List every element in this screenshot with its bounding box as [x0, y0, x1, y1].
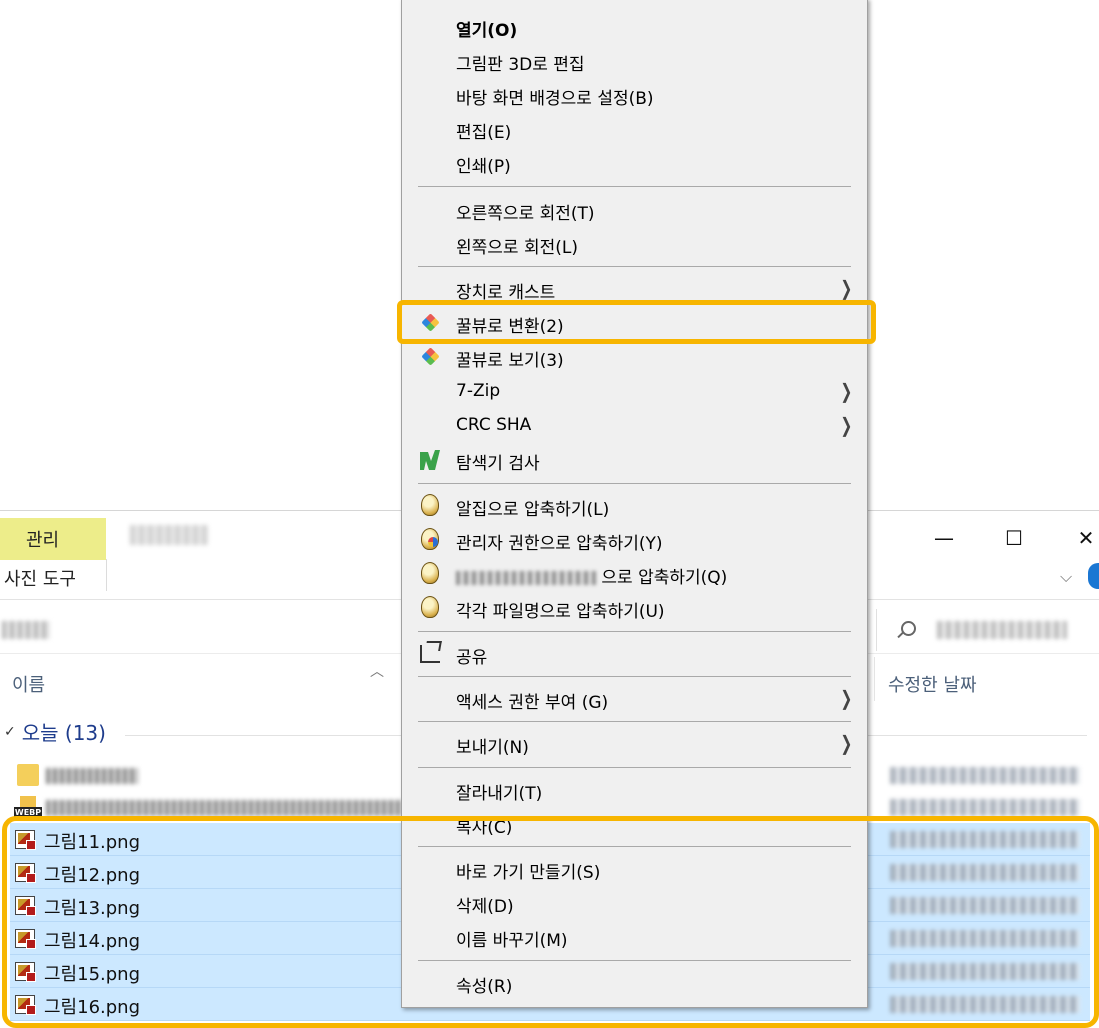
chevron-right-icon: ❯: [840, 379, 853, 403]
menu-separator: [418, 960, 851, 961]
menu-item-alzip-each[interactable]: 각각 파일명으로 압축하기(U): [402, 590, 867, 624]
file-date-blurred: [890, 963, 1080, 980]
file-name-blurred: [46, 800, 402, 816]
file-date-blurred: [890, 996, 1080, 1013]
png-image-icon: [15, 863, 36, 883]
file-date-blurred: [890, 799, 1080, 816]
ribbon-tab-photo-tools[interactable]: 사진 도구: [0, 561, 106, 595]
address-bar-blurred[interactable]: [2, 621, 50, 639]
sort-ascending-icon: ︿: [370, 664, 384, 680]
menu-item-set-desktop-background[interactable]: 바탕 화면 배경으로 설정(B): [402, 77, 867, 111]
png-image-icon: [15, 962, 36, 982]
menu-item-delete[interactable]: 삭제(D): [402, 885, 867, 919]
menu-item-rename[interactable]: 이름 바꾸기(M): [402, 919, 867, 953]
png-image-icon: [15, 929, 36, 949]
menu-item-edit[interactable]: 편집(E): [402, 111, 867, 145]
close-button[interactable]: ✕: [1066, 523, 1099, 553]
file-name: 그림16.png: [44, 997, 141, 1018]
file-date-blurred: [890, 831, 1080, 848]
search-input[interactable]: [876, 609, 1099, 651]
menu-item-grant-access[interactable]: 액세스 권한 부여 (G) ❯: [402, 681, 867, 715]
file-date-blurred: [890, 767, 1080, 784]
minimize-button[interactable]: —: [924, 523, 964, 553]
menu-item-open[interactable]: 열기(O): [402, 9, 867, 43]
honeyview-icon: [421, 313, 440, 332]
file-name: 그림13.png: [44, 898, 141, 919]
column-header-date-modified[interactable]: 수정한 날짜: [888, 671, 977, 697]
file-name: 그림14.png: [44, 931, 141, 952]
search-icon: [901, 621, 916, 636]
menu-item-create-shortcut[interactable]: 바로 가기 만들기(S): [402, 851, 867, 885]
context-menu: 열기(O) 그림판 3D로 편집 바탕 화면 배경으로 설정(B) 편집(E) …: [401, 0, 868, 1008]
chevron-right-icon: ❯: [840, 413, 853, 437]
check-chevron-icon: ✓: [4, 723, 16, 740]
menu-item-share[interactable]: 공유: [402, 636, 867, 670]
chevron-down-icon[interactable]: ⌵: [1060, 567, 1072, 587]
group-label: 오늘 (13): [21, 721, 106, 745]
window-title-blurred: [130, 525, 208, 545]
png-image-icon: [15, 995, 36, 1015]
menu-item-alzip-named[interactable]: 으로 압축하기(Q): [402, 556, 867, 590]
chevron-right-icon: ❯: [840, 276, 853, 300]
menu-item-alzip-admin[interactable]: 관리자 권한으로 압축하기(Y): [402, 522, 867, 556]
menu-item-print[interactable]: 인쇄(P): [402, 145, 867, 179]
menu-separator: [418, 721, 851, 722]
chevron-right-icon: ❯: [840, 686, 853, 710]
alzip-icon: [421, 562, 439, 584]
menu-separator: [418, 186, 851, 187]
column-divider[interactable]: [874, 657, 875, 701]
scan-icon: [420, 450, 440, 470]
menu-item-explorer-scan[interactable]: 탐색기 검사: [402, 442, 867, 476]
menu-separator: [418, 676, 851, 677]
png-image-icon: [15, 896, 36, 916]
menu-separator: [418, 767, 851, 768]
menu-separator: [418, 846, 851, 847]
menu-item-alzip-compress[interactable]: 알집으로 압축하기(L): [402, 488, 867, 522]
menu-item-properties[interactable]: 속성(R): [402, 965, 867, 999]
file-date-blurred: [890, 930, 1080, 947]
ribbon-tab-manage[interactable]: 관리: [0, 518, 106, 560]
menu-item-crc-sha[interactable]: CRC SHA ❯: [402, 408, 867, 442]
menu-item-7zip[interactable]: 7-Zip ❯: [402, 374, 867, 408]
file-name: 그림11.png: [44, 832, 141, 853]
file-date-blurred: [890, 897, 1080, 914]
group-header-today[interactable]: ✓ 오늘 (13): [4, 717, 106, 746]
menu-item-honeyview-convert[interactable]: 꿀뷰로 변환(2): [402, 305, 867, 339]
menu-item-honeyview-view[interactable]: 꿀뷰로 보기(3): [402, 339, 867, 373]
file-name: 그림15.png: [44, 964, 141, 985]
alzip-icon: [421, 494, 439, 516]
maximize-button[interactable]: ☐: [994, 523, 1034, 553]
archive-name-blurred: [456, 571, 596, 585]
menu-item-cut[interactable]: 잘라내기(T): [402, 772, 867, 806]
menu-item-edit-paint3d[interactable]: 그림판 3D로 편집: [402, 43, 867, 77]
menu-item-copy[interactable]: 복사(C): [402, 806, 867, 840]
file-name-blurred: [46, 768, 138, 784]
alzip-icon: [421, 596, 439, 618]
chevron-right-icon: ❯: [840, 731, 853, 755]
alzip-admin-icon: [421, 528, 439, 550]
search-placeholder-blurred: [937, 621, 1067, 639]
menu-separator: [418, 483, 851, 484]
help-icon[interactable]: [1088, 563, 1099, 589]
menu-item-cast-to-device[interactable]: 장치로 캐스트 ❯: [402, 271, 867, 305]
menu-item-rotate-right[interactable]: 오른쪽으로 회전(T): [402, 192, 867, 226]
folder-icon: [17, 764, 39, 786]
ribbon-divider: [106, 559, 107, 591]
webp-file-icon: WEBP: [14, 796, 42, 818]
menu-item-rotate-left[interactable]: 왼쪽으로 회전(L): [402, 226, 867, 260]
column-header-name[interactable]: 이름: [12, 671, 45, 697]
file-date-blurred: [890, 864, 1080, 881]
png-image-icon: [15, 830, 36, 850]
menu-item-send-to[interactable]: 보내기(N) ❯: [402, 726, 867, 760]
menu-separator: [418, 266, 851, 267]
file-name: 그림12.png: [44, 865, 141, 886]
share-icon: [420, 645, 440, 663]
honeyview-icon: [421, 347, 440, 366]
menu-separator: [418, 631, 851, 632]
